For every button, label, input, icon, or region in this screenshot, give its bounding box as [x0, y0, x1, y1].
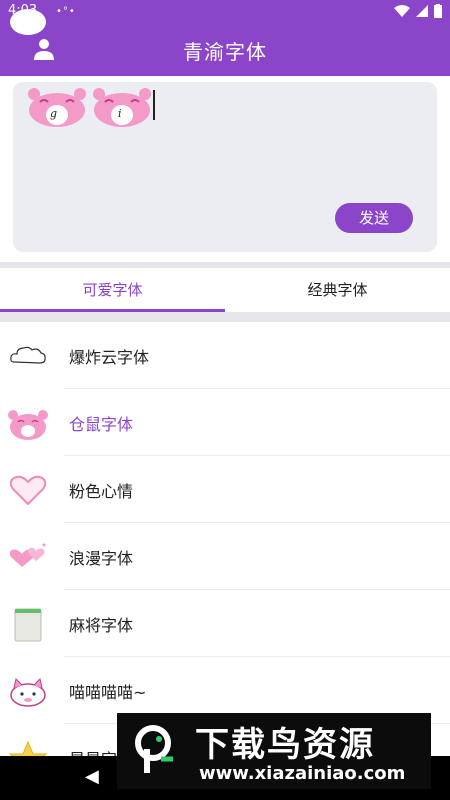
list-item-label: 仓鼠字体: [69, 415, 134, 434]
status-icons: [394, 4, 442, 18]
heart-icon: [9, 475, 47, 506]
divider: [0, 312, 450, 322]
tab-cute-fonts[interactable]: 可爱字体: [0, 268, 225, 312]
status-dots: •°•: [56, 6, 76, 17]
watermark-title: 下载鸟资源: [195, 725, 375, 765]
list-item-label: 爆炸云字体: [69, 348, 150, 367]
cat-icon: [10, 678, 46, 707]
watermark-banner: 下载鸟资源 www.xiazainiao.com: [117, 713, 431, 789]
app-title: 青渝字体: [183, 40, 267, 64]
tab-classic-fonts[interactable]: 经典字体: [225, 268, 450, 312]
signal-icon: [416, 5, 428, 17]
list-item-label: 麻将字体: [69, 616, 134, 635]
status-bar: 4:03 •°•: [0, 0, 450, 35]
watermark-url: www.xiazainiao.com: [199, 763, 406, 784]
app-header: 4:03 •°• 青渝字体: [0, 0, 450, 76]
cloud-icon: [10, 346, 46, 364]
list-item-label: 粉色心情: [69, 482, 134, 501]
romantic-hearts-icon: [9, 543, 46, 567]
compose-char-1: g: [50, 107, 58, 120]
hamster-char-icon: [93, 88, 151, 127]
status-bubble: [10, 9, 46, 35]
battery-icon: [434, 4, 442, 18]
list-item-mahjong[interactable]: 麻将字体: [0, 590, 450, 657]
wifi-icon: [394, 5, 410, 17]
compose-char-2: i: [118, 107, 122, 120]
bird-logo-icon: [135, 725, 173, 773]
list-item-hamster[interactable]: 仓鼠字体: [0, 389, 450, 456]
nav-back-icon[interactable]: ◀: [85, 766, 99, 787]
list-item-explosion-cloud[interactable]: 爆炸云字体: [0, 322, 450, 389]
hamster-icon: [8, 410, 48, 440]
font-tabs: 可爱字体 经典字体: [0, 268, 450, 314]
list-item-label: 喵喵喵喵~: [69, 683, 147, 702]
send-button[interactable]: 发送: [335, 203, 413, 233]
list-item-label: 浪漫字体: [69, 549, 134, 568]
list-item-romantic[interactable]: 浪漫字体: [0, 523, 450, 590]
mahjong-tile-icon: [14, 608, 42, 642]
list-item-pink-mood[interactable]: 粉色心情: [0, 456, 450, 523]
text-caret: [153, 90, 155, 120]
